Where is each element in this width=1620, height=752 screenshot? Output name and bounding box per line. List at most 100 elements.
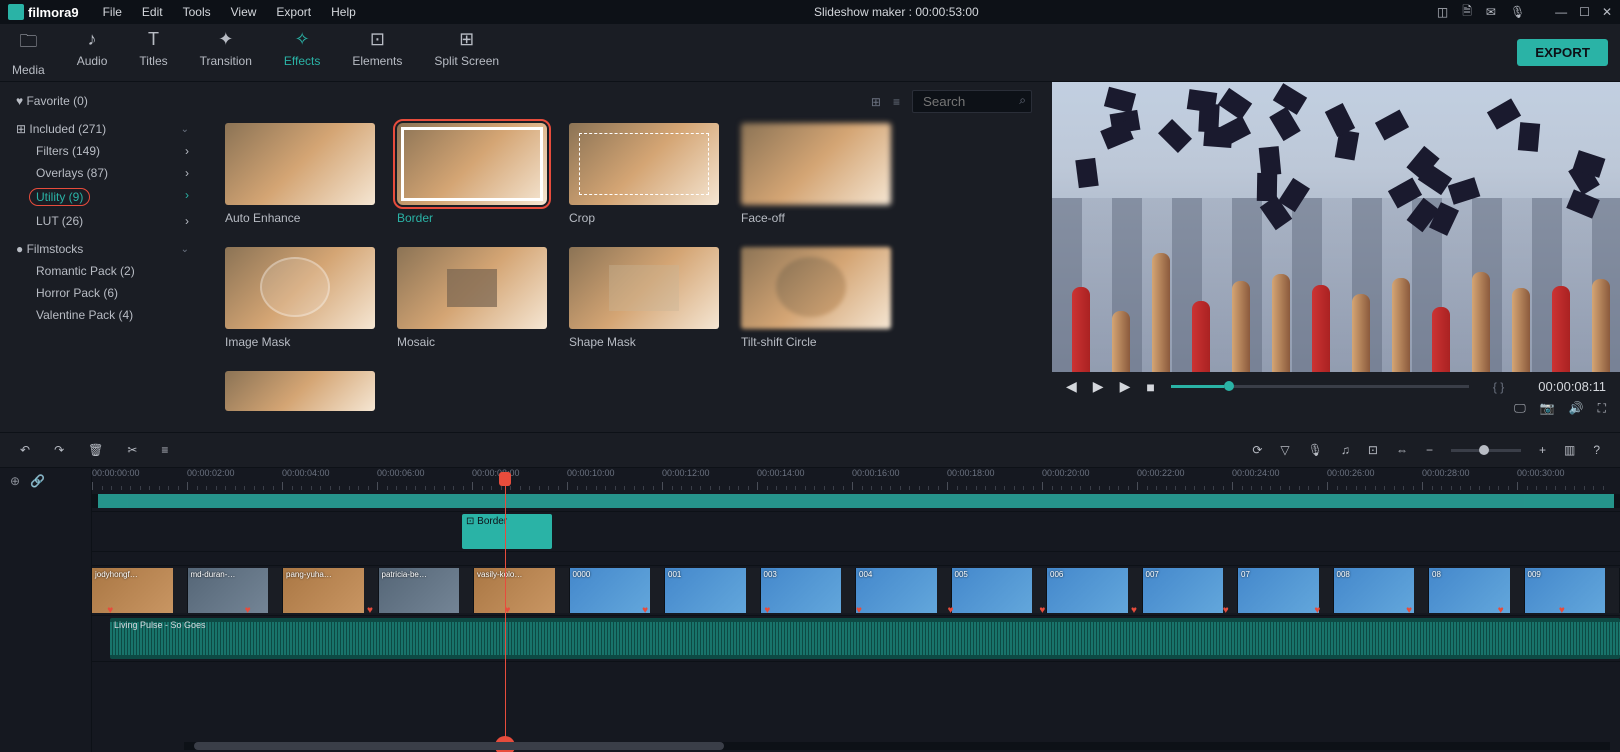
menu-view[interactable]: View: [231, 5, 257, 19]
panel-layout-icon[interactable]: ▥: [1564, 443, 1575, 457]
effect-auto-enhance[interactable]: Auto Enhance: [225, 123, 375, 225]
video-clip[interactable]: md-duran-…: [188, 568, 284, 613]
effect-image-mask[interactable]: Image Mask: [225, 247, 375, 349]
tab-titles[interactable]: TTitles: [139, 29, 167, 77]
list-view-icon[interactable]: ≡: [893, 95, 900, 109]
video-clip[interactable]: vasily-kolo…: [474, 568, 570, 613]
zoom-fit-icon[interactable]: ⇔: [1396, 443, 1408, 457]
heart-marker-icon[interactable]: ♥: [245, 605, 251, 616]
heart-marker-icon[interactable]: ♥: [948, 605, 954, 616]
grid-view-icon[interactable]: ⊞: [871, 95, 881, 109]
marker-icon[interactable]: ▽: [1280, 443, 1289, 457]
video-clip[interactable]: patricia-be…: [379, 568, 475, 613]
playhead-handle[interactable]: [499, 472, 511, 486]
video-clip[interactable]: 005: [952, 568, 1048, 613]
menu-tools[interactable]: Tools: [183, 5, 211, 19]
work-area-track[interactable]: [92, 494, 1620, 512]
effect-track[interactable]: ⊡ 2 🔒 👁 ⊡ Border: [92, 512, 1620, 552]
heart-marker-icon[interactable]: ♥: [1223, 605, 1229, 616]
video-clip[interactable]: pang-yuha…: [283, 568, 379, 613]
effect-clip-border[interactable]: ⊡ Border: [462, 514, 552, 549]
stop-icon[interactable]: ■: [1146, 379, 1154, 395]
add-track-icon[interactable]: ⊕: [10, 474, 20, 488]
video-clip[interactable]: 001: [665, 568, 761, 613]
record-vo-icon[interactable]: 🎙: [1308, 443, 1323, 457]
heart-marker-icon[interactable]: ♥: [1131, 605, 1137, 616]
playhead[interactable]: ✂: [505, 480, 506, 752]
tab-splitscreen[interactable]: ⊞Split Screen: [434, 29, 499, 77]
split-icon[interactable]: ✂: [127, 443, 137, 457]
maximize-icon[interactable]: ☐: [1579, 5, 1590, 19]
sidebar-item-utility[interactable]: Utility (9)›: [0, 184, 205, 210]
timeline-content[interactable]: 00:00:00:0000:00:02:0000:00:04:0000:00:0…: [92, 468, 1620, 752]
video-clip[interactable]: 0000: [570, 568, 666, 613]
sidebar-item-horror[interactable]: Horror Pack (6): [0, 282, 205, 304]
mic-icon[interactable]: 🎙: [1510, 5, 1525, 19]
account-icon[interactable]: ◫: [1437, 5, 1448, 19]
play-forward-icon[interactable]: ▶: [1120, 378, 1131, 395]
audio-track[interactable]: ♪ 1 🔒 🔊 Living Pulse - So Goes: [92, 616, 1620, 662]
heart-marker-icon[interactable]: ♥: [856, 605, 862, 616]
close-icon[interactable]: ✕: [1602, 5, 1612, 19]
heart-marker-icon[interactable]: ♥: [1314, 605, 1320, 616]
heart-marker-icon[interactable]: ♥: [642, 605, 648, 616]
sidebar-item-valentine[interactable]: Valentine Pack (4): [0, 304, 205, 326]
quality-icon[interactable]: 🖵: [1514, 401, 1526, 416]
fullscreen-icon[interactable]: ⛶: [1598, 401, 1606, 416]
mail-icon[interactable]: ✉: [1486, 5, 1496, 19]
heart-marker-icon[interactable]: ♥: [107, 605, 113, 616]
export-button[interactable]: EXPORT: [1517, 39, 1608, 66]
sidebar-item-lut[interactable]: LUT (26)›: [0, 210, 205, 232]
search-icon[interactable]: ⌕: [1019, 93, 1026, 108]
tab-media[interactable]: 🗀Media: [12, 29, 45, 77]
search-input[interactable]: [912, 90, 1032, 113]
sidebar-included[interactable]: ⊞ Included (271) ⌄: [0, 118, 205, 140]
sidebar-favorite[interactable]: ♥ Favorite (0): [0, 90, 205, 112]
menu-file[interactable]: File: [103, 5, 122, 19]
minimize-icon[interactable]: —: [1555, 5, 1567, 19]
tab-audio[interactable]: ♪Audio: [77, 29, 108, 77]
video-clip[interactable]: 08: [1429, 568, 1525, 613]
zoom-in-icon[interactable]: +: [1539, 443, 1546, 457]
audio-mixer-icon[interactable]: ♫: [1341, 443, 1350, 457]
tab-transition[interactable]: ✦Transition: [200, 29, 252, 77]
effect-border[interactable]: Border: [397, 123, 547, 225]
play-icon[interactable]: ▶: [1093, 378, 1104, 395]
delete-icon[interactable]: 🗑: [88, 443, 103, 457]
undo-icon[interactable]: ↶: [20, 443, 30, 457]
mark-in-out-icon[interactable]: { }: [1493, 380, 1504, 394]
prev-frame-icon[interactable]: ◀: [1066, 378, 1077, 395]
tab-effects[interactable]: ✧Effects: [284, 29, 320, 77]
tab-elements[interactable]: ⊡Elements: [352, 29, 402, 77]
heart-marker-icon[interactable]: ♥: [764, 605, 770, 616]
save-icon[interactable]: 🗎: [1462, 2, 1472, 23]
heart-marker-icon[interactable]: ♥: [1498, 605, 1504, 616]
video-clip[interactable]: 003: [761, 568, 857, 613]
video-clip[interactable]: 009: [1525, 568, 1620, 613]
menu-export[interactable]: Export: [276, 5, 311, 19]
crop-icon[interactable]: ⊡: [1368, 443, 1378, 457]
audio-clip[interactable]: Living Pulse - So Goes: [110, 618, 1620, 659]
video-clip[interactable]: 004: [856, 568, 952, 613]
preview-viewport[interactable]: [1052, 82, 1620, 372]
zoom-out-icon[interactable]: −: [1426, 443, 1433, 457]
heart-marker-icon[interactable]: ♥: [367, 605, 373, 616]
timeline-ruler[interactable]: 00:00:00:0000:00:02:0000:00:04:0000:00:0…: [92, 468, 1620, 494]
snapshot-icon[interactable]: 📷: [1540, 401, 1555, 416]
sidebar-item-romantic[interactable]: Romantic Pack (2): [0, 260, 205, 282]
scrollbar-thumb[interactable]: [194, 742, 724, 750]
help-icon[interactable]: ?: [1593, 443, 1600, 457]
heart-marker-icon[interactable]: ♥: [1559, 605, 1565, 616]
video-track[interactable]: 🎞 1 🔒 👁 jodyhongf…md-duran-…pang-yuha…pa…: [92, 566, 1620, 616]
effect-crop[interactable]: Crop: [569, 123, 719, 225]
video-clip[interactable]: 008: [1334, 568, 1430, 613]
render-icon[interactable]: ⟳: [1252, 443, 1262, 457]
timeline-scrollbar[interactable]: [184, 742, 1610, 750]
volume-icon[interactable]: 🔊: [1569, 401, 1584, 416]
menu-help[interactable]: Help: [331, 5, 356, 19]
link-icon[interactable]: 🔗: [30, 474, 45, 488]
effect-mosaic[interactable]: Mosaic: [397, 247, 547, 349]
sidebar-item-overlays[interactable]: Overlays (87)›: [0, 162, 205, 184]
seek-bar[interactable]: [1171, 385, 1469, 388]
effect-extra[interactable]: [225, 371, 375, 411]
